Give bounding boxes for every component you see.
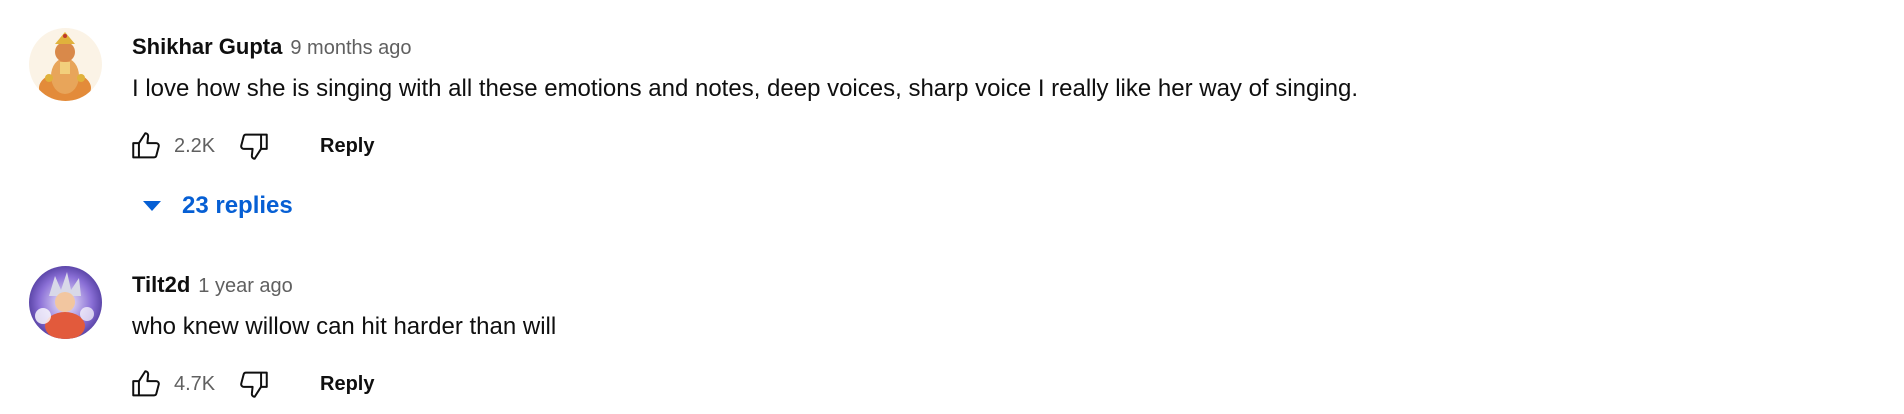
- comment-actions: 2.2K Reply: [126, 126, 374, 166]
- author-name[interactable]: Shikhar Gupta: [132, 34, 282, 60]
- comment-header: Tilt2d 1 year ago: [132, 272, 293, 298]
- like-button[interactable]: [126, 364, 166, 404]
- reply-button[interactable]: Reply: [320, 373, 374, 396]
- anime-character-avatar-icon: [29, 266, 102, 339]
- thumbs-up-icon: [132, 132, 160, 159]
- comment-timestamp[interactable]: 9 months ago: [290, 37, 411, 60]
- like-count: 4.7K: [174, 372, 216, 395]
- comment-header: Shikhar Gupta 9 months ago: [132, 34, 412, 60]
- avatar[interactable]: [29, 266, 102, 339]
- view-replies-button[interactable]: 23 replies: [140, 186, 293, 226]
- like-button[interactable]: [126, 126, 166, 166]
- thumbs-up-icon: [132, 370, 160, 397]
- thumbs-down-icon: [240, 133, 268, 160]
- caret-down-icon: [143, 201, 161, 211]
- deity-illustration-avatar-icon: [29, 28, 102, 101]
- comment-thread: Shikhar Gupta 9 months ago I love how sh…: [0, 0, 1904, 219]
- replies-count-label: 23 replies: [182, 192, 293, 219]
- comment-text: I love how she is singing with all these…: [132, 75, 1358, 102]
- comment-timestamp[interactable]: 1 year ago: [198, 275, 293, 298]
- dislike-button[interactable]: [234, 126, 274, 166]
- comment-actions: 4.7K Reply: [126, 364, 374, 404]
- thumbs-down-icon: [240, 371, 268, 398]
- dislike-button[interactable]: [234, 364, 274, 404]
- author-name[interactable]: Tilt2d: [132, 272, 190, 298]
- like-count: 2.2K: [174, 134, 216, 157]
- comment-text: who knew willow can hit harder than will: [132, 313, 557, 340]
- avatar[interactable]: [29, 28, 102, 101]
- comment-thread: Tilt2d 1 year ago who knew willow can hi…: [0, 238, 1904, 398]
- reply-button[interactable]: Reply: [320, 135, 374, 158]
